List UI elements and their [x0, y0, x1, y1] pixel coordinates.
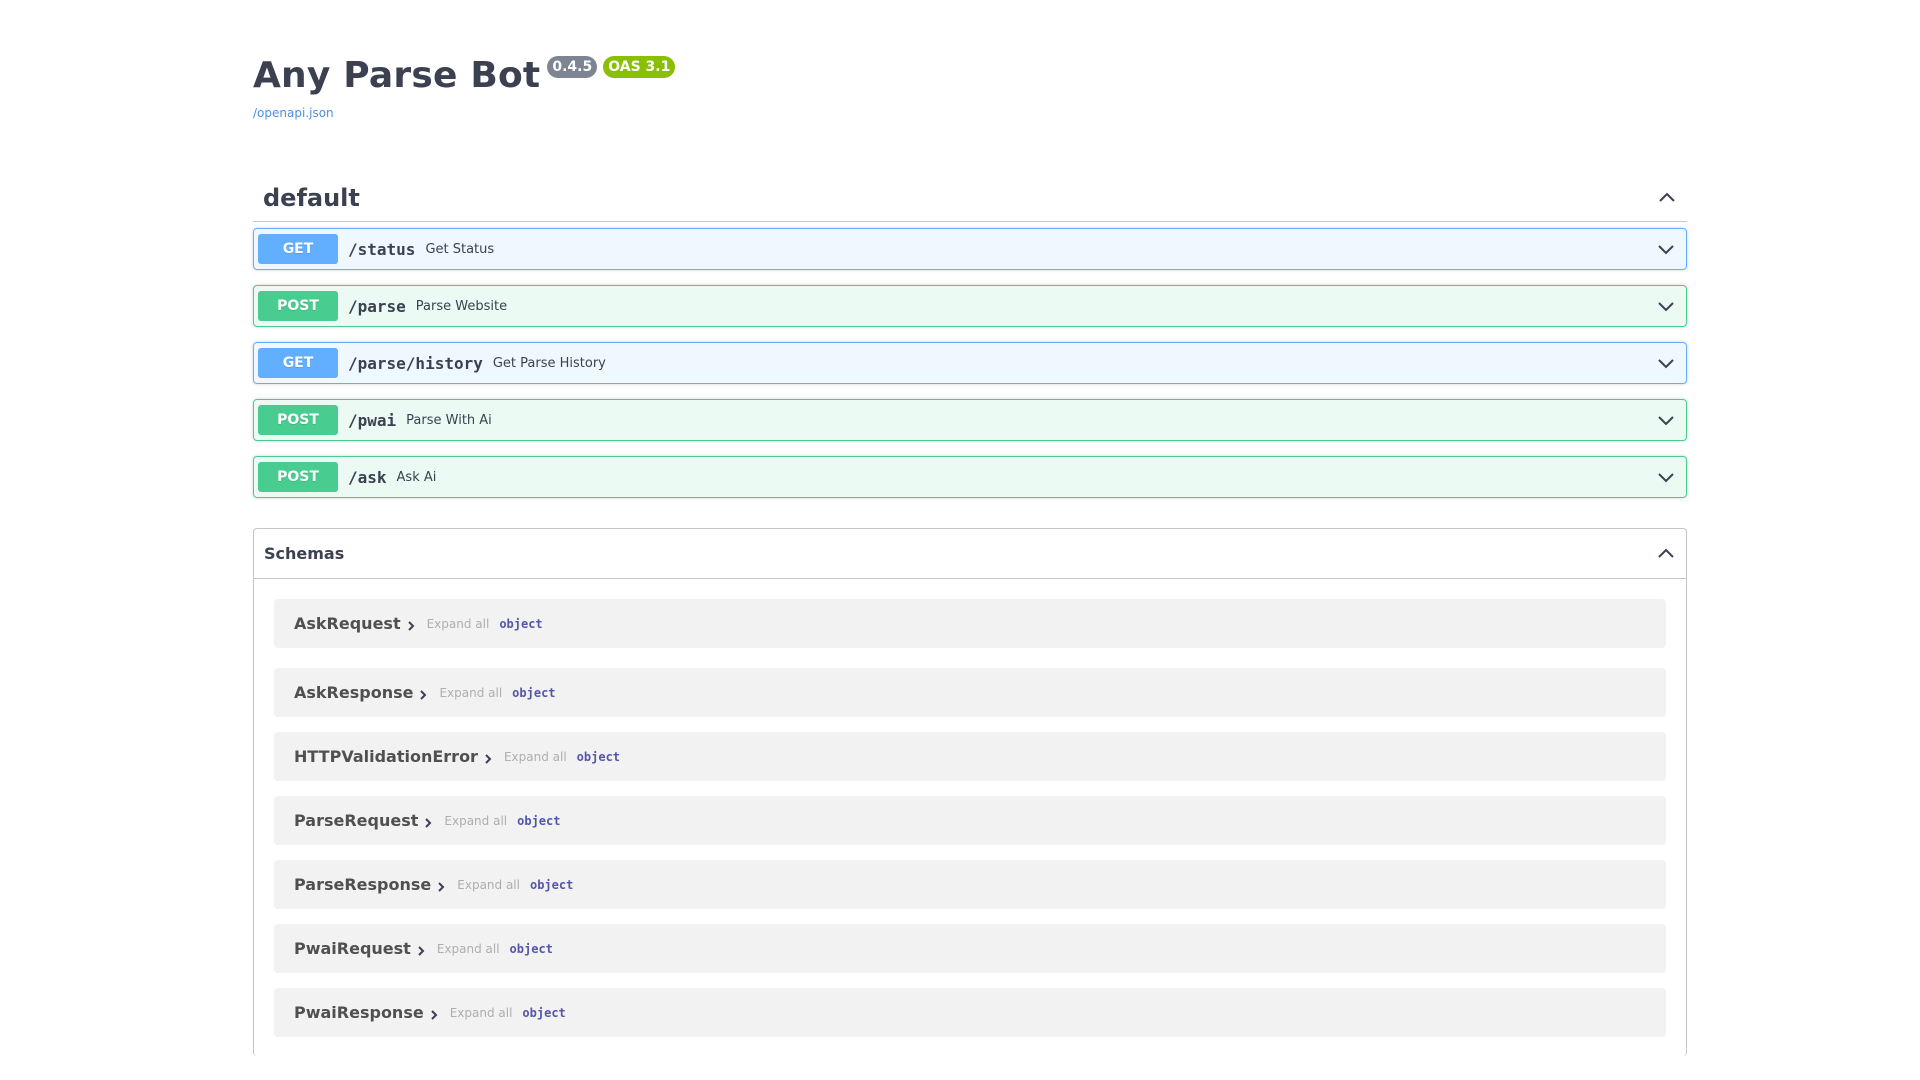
operation-summary: Get Parse History [492, 355, 606, 371]
title-row: Any Parse Bot 0.4.5 OAS 3.1 [253, 52, 1687, 100]
method-badge: GET [258, 348, 338, 378]
tag-title: default [263, 184, 360, 212]
operation-get-status[interactable]: GET /status Get Status [253, 228, 1687, 270]
expand-all-button[interactable]: Expand all [437, 942, 500, 956]
operation-post-parse[interactable]: POST /parse Parse Website [253, 285, 1687, 327]
schemas-section: Schemas AskRequest Expand all object Ask… [253, 528, 1687, 1056]
schema-item[interactable]: AskResponse Expand all object [274, 668, 1666, 717]
method-badge: POST [258, 405, 338, 435]
operation-post-ask[interactable]: POST /ask Ask Ai [253, 456, 1687, 498]
main-container: Any Parse Bot 0.4.5 OAS 3.1 /openapi.jso… [253, 0, 1687, 1056]
swagger-ui-page: Any Parse Bot 0.4.5 OAS 3.1 /openapi.jso… [0, 0, 1920, 1080]
chevron-up-icon[interactable] [1656, 544, 1676, 564]
operation-path: /status [348, 239, 416, 259]
chevron-down-icon[interactable] [1656, 353, 1676, 373]
schema-type: object [499, 616, 543, 631]
schema-name[interactable]: ParseResponse [294, 875, 431, 894]
schema-type: object [529, 877, 574, 892]
schema-type: object [576, 749, 621, 764]
operation-summary: Parse With Ai [406, 412, 492, 428]
chevron-down-icon[interactable] [1656, 296, 1676, 316]
expand-all-button[interactable]: Expand all [450, 1006, 513, 1020]
schema-type: object [509, 941, 553, 956]
schema-name[interactable]: ParseRequest [294, 811, 418, 830]
expand-all-button[interactable]: Expand all [444, 814, 507, 828]
chevron-right-icon[interactable] [435, 881, 447, 893]
operation-summary: Ask Ai [396, 469, 437, 485]
chevron-right-icon[interactable] [428, 1009, 440, 1021]
schema-item[interactable]: AskRequest Expand all object [274, 599, 1666, 648]
expand-all-button[interactable]: Expand all [439, 686, 502, 700]
schema-item[interactable]: PwaiRequest Expand all object [274, 924, 1666, 973]
operation-summary: Get Status [425, 241, 495, 257]
schema-name[interactable]: AskResponse [294, 683, 413, 702]
operation-path: /parse [348, 296, 406, 316]
schema-type: object [517, 813, 561, 828]
schema-item[interactable]: ParseResponse Expand all object [274, 860, 1666, 909]
schemas-title: Schemas [264, 544, 345, 563]
openapi-json-link[interactable]: /openapi.json [253, 106, 334, 120]
schema-list: AskRequest Expand all object AskResponse… [254, 579, 1686, 1037]
operation-get-parse-history[interactable]: GET /parse/history Get Parse History [253, 342, 1687, 384]
chevron-down-icon[interactable] [1656, 467, 1676, 487]
expand-all-button[interactable]: Expand all [427, 617, 490, 631]
operation-summary: Parse Website [415, 298, 508, 314]
schemas-header[interactable]: Schemas [254, 529, 1686, 579]
operation-path: /parse/history [348, 353, 483, 373]
operation-post-pwai[interactable]: POST /pwai Parse With Ai [253, 399, 1687, 441]
method-badge: POST [258, 462, 338, 492]
chevron-down-icon[interactable] [1656, 410, 1676, 430]
oas-badge: OAS 3.1 [603, 56, 676, 78]
schema-item[interactable]: PwaiResponse Expand all object [274, 988, 1666, 1037]
schema-name[interactable]: AskRequest [294, 614, 401, 633]
tag-section-default: default GET /status Get Status POST /par… [253, 175, 1687, 498]
tag-header[interactable]: default [253, 175, 1687, 222]
operations-list: GET /status Get Status POST /parse Parse… [253, 222, 1687, 498]
method-badge: GET [258, 234, 338, 264]
schema-item[interactable]: HTTPValidationError Expand all object [274, 732, 1666, 781]
chevron-down-icon[interactable] [1656, 239, 1676, 259]
chevron-right-icon[interactable] [422, 817, 434, 829]
version-badge: 0.4.5 [547, 56, 598, 78]
expand-all-button[interactable]: Expand all [504, 750, 567, 764]
operation-path: /pwai [348, 410, 397, 430]
chevron-right-icon[interactable] [415, 945, 427, 957]
chevron-right-icon[interactable] [405, 620, 417, 632]
schema-name[interactable]: HTTPValidationError [294, 747, 478, 766]
schema-name[interactable]: PwaiRequest [294, 939, 411, 958]
chevron-right-icon[interactable] [482, 753, 494, 765]
chevron-up-icon[interactable] [1657, 188, 1677, 208]
chevron-right-icon[interactable] [417, 689, 429, 701]
method-badge: POST [258, 291, 338, 321]
schema-item[interactable]: ParseRequest Expand all object [274, 796, 1666, 845]
operation-path: /ask [348, 467, 387, 487]
schema-type: object [522, 1005, 566, 1020]
schema-type: object [512, 685, 556, 700]
api-title: Any Parse Bot [253, 55, 541, 96]
api-info: Any Parse Bot 0.4.5 OAS 3.1 /openapi.jso… [253, 0, 1687, 121]
schema-name[interactable]: PwaiResponse [294, 1003, 424, 1022]
expand-all-button[interactable]: Expand all [457, 878, 520, 892]
